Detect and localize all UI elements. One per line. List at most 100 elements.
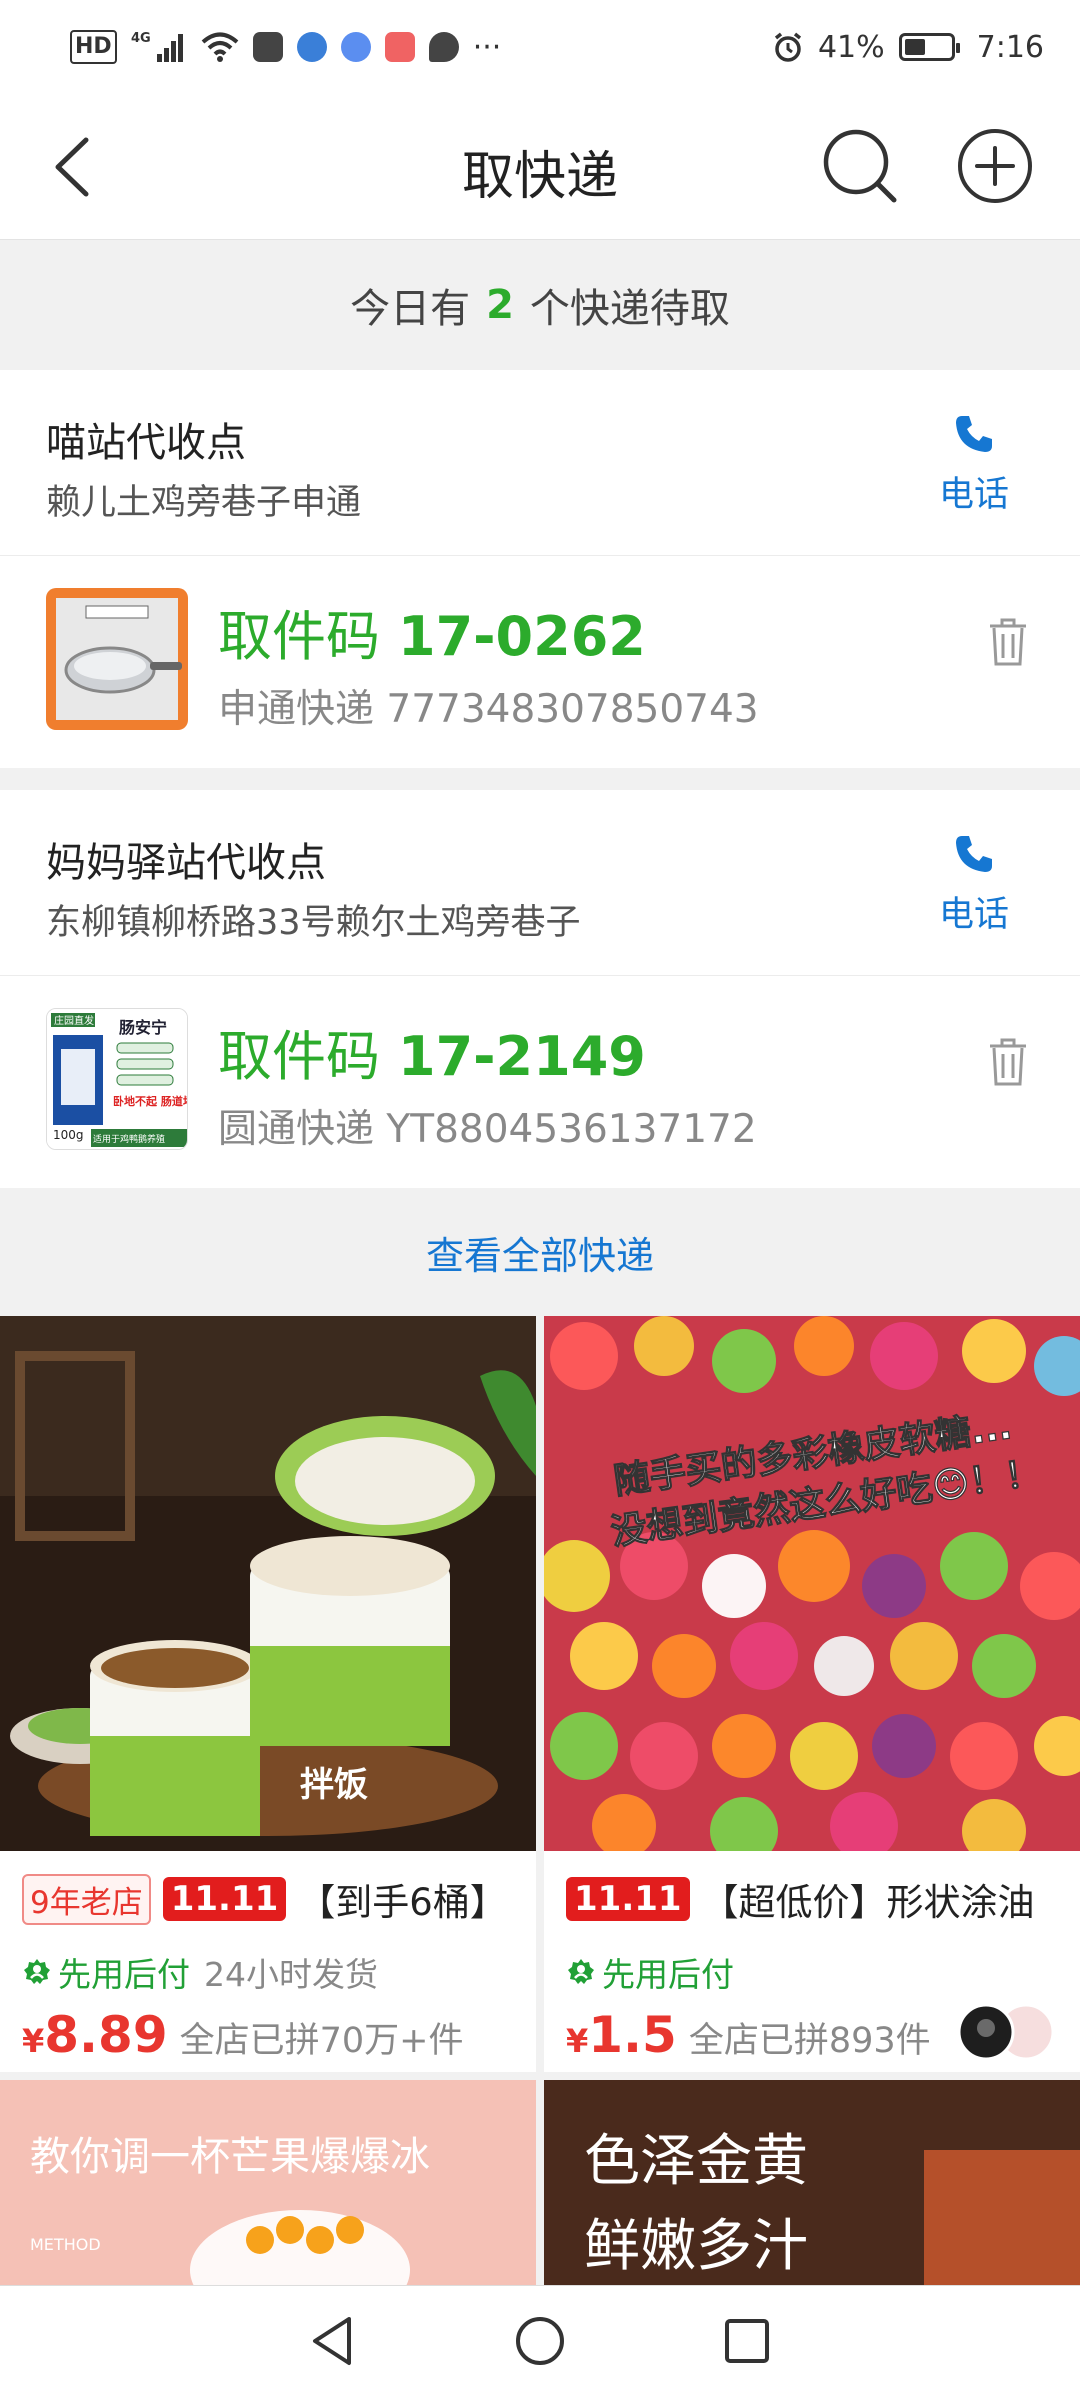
pay-later-label: 先用后付: [58, 1955, 190, 1994]
nav-recents-button[interactable]: [719, 2313, 775, 2373]
more-notifications-icon: ···: [472, 29, 502, 65]
phone-button[interactable]: 电话: [914, 832, 1034, 937]
title-bar: 取快递: [0, 94, 1080, 240]
product-image-label: 拌饭: [300, 1765, 368, 1805]
square-recents-icon: [724, 2319, 769, 2363]
trash-icon: [990, 1038, 1026, 1086]
status-bar-right: 41% 7:16: [772, 30, 1044, 65]
clock: 7:16: [976, 29, 1044, 65]
station-address: 东柳镇柳桥路33号赖尔土鸡旁巷子: [46, 903, 581, 943]
station-address: 赖儿土鸡旁巷子申通: [46, 483, 362, 523]
currency-symbol: ¥: [566, 2022, 589, 2060]
shop-age-badge: 9年老店: [22, 1873, 151, 1925]
search-button[interactable]: [820, 126, 900, 206]
product-price: ¥1.5: [566, 2006, 677, 2064]
product-price: ¥8.89: [22, 2006, 168, 2064]
price-value: 1.5: [588, 2006, 677, 2064]
product-card[interactable]: 拌饭 9年老店 11.11 【到手6桶】 先用后付 24小时发货 ¥8.89 全…: [0, 1316, 536, 2072]
product-card[interactable]: 随手买的多彩橡皮软糖... 没想到竟然这么好吃😊！！ 11.11 【超低价】形状…: [544, 1316, 1080, 2072]
product-card[interactable]: 色泽金黄 鲜嫩多汁: [544, 2080, 1080, 2285]
product-image-small-text: METHOD: [30, 2235, 101, 2254]
tracking-number: YT8804536137172: [386, 1107, 757, 1152]
system-nav-bar: [0, 2285, 1080, 2400]
product-title: 【到手6桶】: [298, 1881, 507, 1924]
pending-count: 2: [486, 282, 514, 328]
add-icon: [958, 129, 1032, 203]
delete-button[interactable]: [986, 616, 1030, 668]
product-image: 色泽金黄 鲜嫩多汁: [544, 2080, 1080, 2285]
pickup-code-value: 17-0262: [398, 605, 646, 668]
hd-icon: HD: [70, 30, 117, 64]
phone-label: 电话: [938, 895, 1009, 935]
price-value: 8.89: [44, 2006, 168, 2064]
triangle-back-icon: [313, 2317, 352, 2365]
svg-text:4G: 4G: [131, 31, 151, 46]
circle-home-icon: [515, 2317, 564, 2365]
sold-count: 全店已拼70万+件: [179, 2021, 464, 2061]
add-button[interactable]: [955, 126, 1035, 206]
product-title: 【超低价】形状涂油: [701, 1881, 1035, 1924]
battery-percent: 41%: [817, 29, 885, 65]
pay-later: 先用后付: [22, 1948, 190, 1996]
station-card: 喵站代收点 赖儿土鸡旁巷子申通 电话 取件码 17-0262 申通快递 77734…: [0, 370, 1080, 768]
phone-button[interactable]: 电话: [914, 412, 1034, 517]
tracking-number: 777348307850743: [386, 687, 759, 732]
sale-badge: 11.11: [566, 1877, 690, 1921]
station-name: 妈妈驿站代收点: [46, 840, 326, 886]
pickup-code: 取件码 17-0262: [218, 592, 646, 671]
currency-symbol: ¥: [22, 2022, 45, 2060]
battery-icon: [898, 33, 960, 61]
product-image: 拌饭: [0, 1316, 536, 1851]
station-card: 妈妈驿站代收点 东柳镇柳桥路33号赖尔土鸡旁巷子 电话 庄园直发 肠安宁 卧地不…: [0, 790, 1080, 1188]
pending-summary: 今日有 2 个快递待取: [0, 240, 1080, 370]
buyer-avatars: [956, 2002, 1056, 2062]
alarm-icon: [772, 30, 804, 64]
app-notification-icon: [252, 32, 283, 62]
status-bar: HD 4G ··· 41% 7:16: [0, 0, 1080, 94]
nav-back-button[interactable]: [305, 2313, 361, 2373]
pickup-code: 取件码 17-2149: [218, 1012, 646, 1091]
pickup-code-value: 17-2149: [398, 1025, 646, 1088]
mail-notification-icon: [384, 32, 415, 62]
product-services: 先用后付 24小时发货: [22, 1948, 378, 1996]
parcel-item[interactable]: 庄园直发 肠安宁 卧地不起 肠道坏死 100g 适用于鸡鸭鹅养殖 取件码 17-2…: [0, 976, 1080, 1188]
product-image: 教你调一杯芒果爆爆冰 METHOD: [0, 2080, 536, 2285]
pay-later: 先用后付: [566, 1948, 734, 1996]
delete-button[interactable]: [986, 1036, 1030, 1088]
product-price-row: ¥8.89 全店已拼70万+件: [22, 2006, 464, 2064]
parcel-item[interactable]: 取件码 17-0262 申通快递 777348307850743: [0, 556, 1080, 768]
pickup-code-label: 取件码: [218, 605, 380, 668]
station-header[interactable]: 喵站代收点 赖儿土鸡旁巷子申通 电话: [0, 370, 1080, 556]
pickup-code-label: 取件码: [218, 1025, 380, 1088]
tracking-info: 圆通快递 YT8804536137172: [218, 1098, 757, 1154]
phone-label: 电话: [938, 475, 1009, 515]
parcel-thumbnail: [46, 588, 188, 730]
thumb-footer: 适用于鸡鸭鹅养殖: [93, 1133, 165, 1145]
product-image: 随手买的多彩橡皮软糖... 没想到竟然这么好吃😊！！: [544, 1316, 1080, 1851]
status-bar-left: HD 4G ···: [70, 29, 502, 65]
pay-later-label: 先用后付: [602, 1955, 734, 1994]
page-title: 取快递: [461, 147, 618, 207]
shipping-note: 24小时发货: [204, 1955, 378, 1994]
tracking-info: 申通快递 777348307850743: [218, 678, 759, 734]
wifi-icon: [201, 30, 239, 64]
thumb-tag: 庄园直发: [54, 1014, 94, 1027]
summary-prefix: 今日有: [350, 286, 471, 332]
thumb-brand: 肠安宁: [119, 1018, 167, 1037]
station-name: 喵站代收点: [46, 420, 246, 466]
pay-later-icon: [24, 1959, 50, 1984]
product-card[interactable]: 教你调一杯芒果爆爆冰 METHOD: [0, 2080, 536, 2285]
product-services: 先用后付: [566, 1948, 734, 1996]
product-price-row: ¥1.5 全店已拼893件: [566, 2006, 931, 2064]
view-all-parcels-link[interactable]: 查看全部快递: [0, 1190, 1080, 1314]
music-notification-icon: [340, 32, 371, 62]
station-header[interactable]: 妈妈驿站代收点 东柳镇柳桥路33号赖尔土鸡旁巷子 电话: [0, 790, 1080, 976]
pay-later-icon: [568, 1959, 594, 1984]
trash-icon: [990, 618, 1026, 666]
phone-icon: [956, 836, 992, 872]
courier-name: 圆通快递: [218, 1107, 375, 1152]
nav-home-button[interactable]: [512, 2313, 568, 2373]
courier-name: 申通快递: [218, 687, 375, 732]
product-image-caption: 教你调一杯芒果爆爆冰: [30, 2134, 430, 2180]
thumb-weight: 100g: [53, 1128, 84, 1142]
